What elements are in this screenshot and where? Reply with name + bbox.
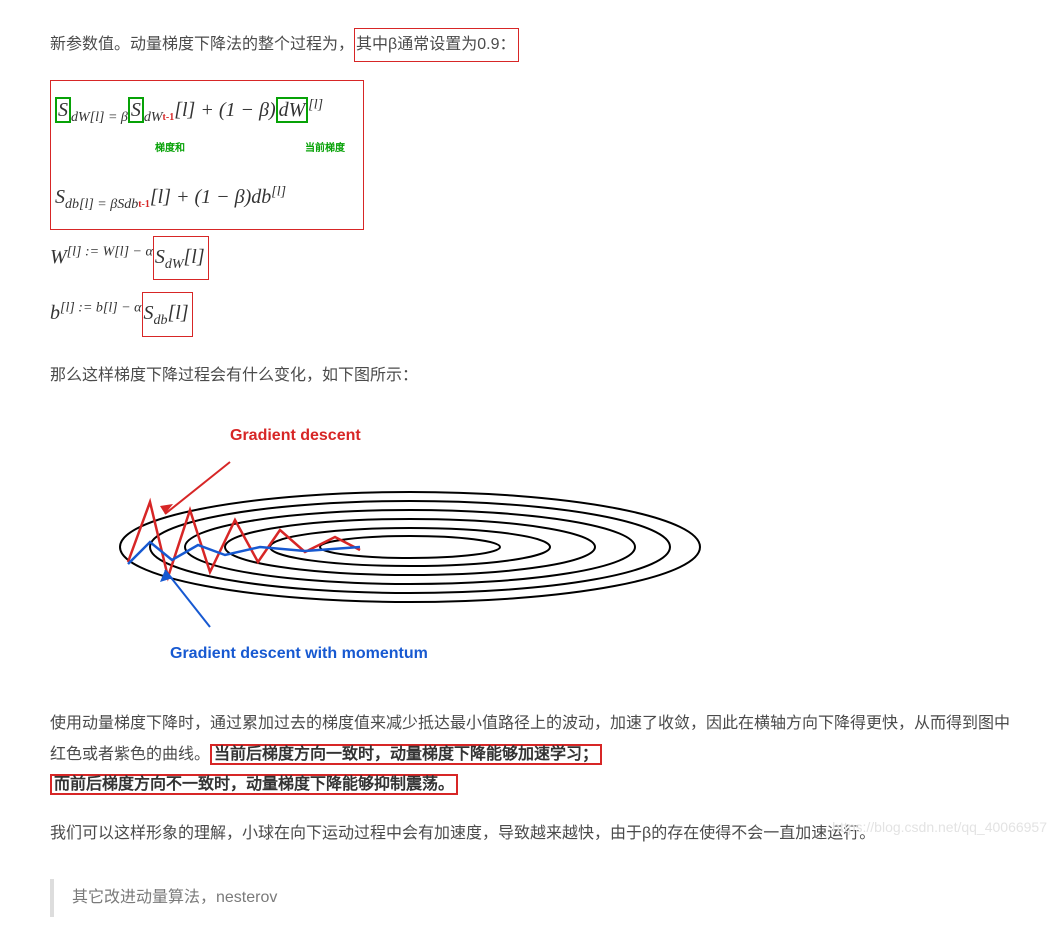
sdw-text: SdW[l]	[155, 246, 205, 268]
eq2-c: db	[124, 197, 138, 212]
beta-highlight: 其中β通常设置为0.9：	[354, 28, 519, 62]
watermark: https://blog.csdn.net/qq_40066957	[832, 814, 1047, 841]
intro-text-a: 新参数值。动量梯度下降法的整个过程为，	[50, 36, 354, 53]
eq1-d: [l]	[308, 98, 323, 113]
eq3-c: [l] − α	[114, 244, 153, 259]
equation-sdb: Sdb[l] = βSdbt-1[l] + (1 − β)db[l]	[55, 172, 345, 225]
equation-w-update: W[l] := W[l] − αSdW[l]	[50, 230, 1011, 287]
eq4-c: [l] − α	[103, 301, 142, 316]
green-label-1: 梯度和	[155, 143, 185, 154]
contour-plot-icon	[110, 452, 710, 632]
momentum-diagram: Gradient descent Gradient descent with m…	[110, 421, 1011, 669]
label-gradient-descent: Gradient descent	[230, 421, 1011, 451]
momentum-equations-box: SdW[l] = βSdWt-1[l] + (1 − β)dW[l] 梯度和 当…	[50, 80, 364, 229]
green-S2: S	[128, 97, 144, 123]
momentum-highlight-1: 当前后梯度方向一致时，动量梯度下降能够加速学习；	[210, 744, 602, 765]
eq3-b: [l] := W	[67, 244, 115, 259]
green-label-2: 当前梯度	[305, 143, 345, 154]
eq4-b: [l] := b	[60, 301, 103, 316]
footer-text: 其它改进动量算法，nesterov	[72, 889, 277, 906]
diagram-intro: 那么这样梯度下降过程会有什么变化，如下图所示：	[50, 361, 1011, 391]
eq3-a: W	[50, 246, 67, 268]
equation-sdw: SdW[l] = βSdWt-1[l] + (1 − β)dW[l] 梯度和 当…	[55, 85, 345, 172]
eq4-a: b	[50, 302, 60, 324]
eq2-d: [l] + (1 − β)db	[150, 186, 271, 208]
footer-note: 其它改进动量算法，nesterov	[50, 879, 1011, 917]
label-gradient-descent-momentum: Gradient descent with momentum	[170, 639, 1011, 669]
equation-b-update: b[l] := b[l] − αSdb[l]	[50, 286, 1011, 343]
eq1-b: dW	[144, 110, 163, 125]
eq2-a: S	[55, 186, 65, 208]
sdb-box: Sdb[l]	[142, 292, 193, 337]
eq2-b: db[l] = βS	[65, 197, 124, 212]
intro-paragraph: 新参数值。动量梯度下降法的整个过程为，其中β通常设置为0.9：	[50, 28, 1011, 62]
subscript-t-1: t-1	[163, 112, 175, 123]
momentum-highlight-2: 而前后梯度方向不一致时，动量梯度下降能够抑制震荡。	[50, 774, 458, 795]
green-S1: S	[55, 97, 71, 123]
eq2-e: [l]	[271, 184, 286, 199]
eq1-a: dW[l] = β	[71, 110, 128, 125]
sdb-text: Sdb[l]	[144, 302, 189, 324]
sdw-box: SdW[l]	[153, 236, 209, 281]
green-dW: dW	[276, 97, 309, 123]
subscript-t-1-b: t-1	[138, 199, 150, 210]
eq1-c: [l] + (1 − β)	[174, 99, 275, 121]
momentum-explain-paragraph: 使用动量梯度下降时，通过累加过去的梯度值来减少抵达最小值路径上的波动，加速了收敛…	[50, 709, 1011, 800]
